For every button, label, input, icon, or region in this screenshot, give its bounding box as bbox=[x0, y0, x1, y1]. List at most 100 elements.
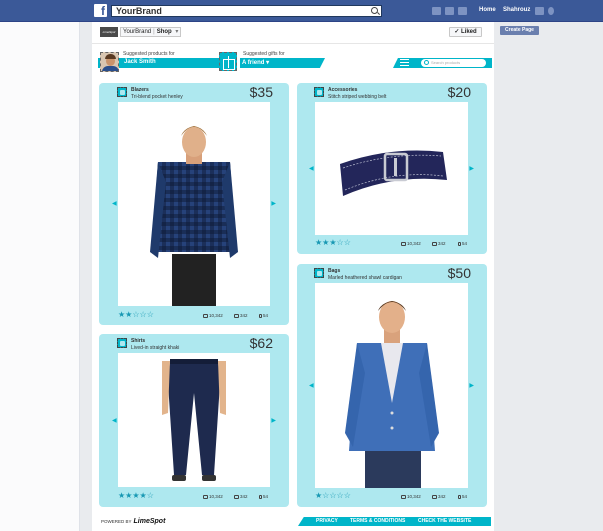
likes-count[interactable]: 10,342 bbox=[401, 494, 421, 499]
product-image-frame[interactable] bbox=[315, 283, 468, 488]
shares-count[interactable]: 54 bbox=[259, 313, 268, 318]
notifications-icon[interactable] bbox=[458, 7, 467, 15]
search-input-value: YourBrand bbox=[116, 6, 162, 16]
likes-count[interactable]: 10,342 bbox=[401, 241, 421, 246]
comment-icon bbox=[432, 241, 437, 246]
share-icon bbox=[458, 241, 461, 246]
share-icon bbox=[259, 313, 262, 318]
chevron-down-icon[interactable]: ▾ bbox=[175, 29, 178, 35]
product-card-blazers[interactable]: Blazers Tri-blend pocket henley $35 ◀ ▶ … bbox=[99, 83, 289, 325]
breadcrumb-shop[interactable]: Shop bbox=[157, 29, 172, 35]
next-arrow-icon[interactable]: ▶ bbox=[271, 200, 276, 207]
product-category: Bags bbox=[328, 268, 341, 274]
comments-count[interactable]: 342 bbox=[432, 494, 446, 499]
powered-by-label: POWERED BY bbox=[101, 519, 132, 524]
account-icon[interactable] bbox=[535, 7, 544, 15]
product-price: $50 bbox=[447, 265, 471, 281]
comment-icon bbox=[234, 494, 239, 499]
product-image-belt bbox=[340, 150, 447, 196]
product-image-cardigan bbox=[345, 301, 439, 488]
next-arrow-icon[interactable]: ▶ bbox=[271, 417, 276, 424]
comment-icon bbox=[432, 494, 437, 499]
product-category: Accessories bbox=[328, 87, 358, 93]
likes-count[interactable]: 10,342 bbox=[203, 313, 223, 318]
right-column bbox=[496, 22, 603, 531]
facebook-logo-icon[interactable]: f bbox=[94, 4, 107, 17]
belt-icon bbox=[314, 87, 324, 97]
rating-stars[interactable]: ★★☆☆☆ bbox=[118, 310, 154, 319]
comments-count[interactable]: 342 bbox=[234, 494, 248, 499]
thumbs-up-icon bbox=[203, 313, 208, 318]
shirt-icon bbox=[117, 338, 127, 348]
comment-icon bbox=[234, 313, 239, 318]
suggested-for-name[interactable]: Jack Smith bbox=[124, 59, 156, 65]
widget-search-icon[interactable] bbox=[424, 60, 429, 65]
share-icon bbox=[458, 494, 461, 499]
product-description: Tri-blend pocket henley bbox=[131, 94, 183, 100]
facebook-search-input[interactable]: YourBrand bbox=[111, 5, 382, 17]
next-arrow-icon[interactable]: ▶ bbox=[469, 382, 474, 389]
comments-count[interactable]: 342 bbox=[432, 241, 446, 246]
gift-icon[interactable] bbox=[219, 52, 237, 71]
search-icon[interactable] bbox=[371, 7, 378, 14]
create-page-button[interactable]: Create Page bbox=[500, 26, 539, 35]
product-category: Shirts bbox=[131, 338, 146, 344]
product-price: $35 bbox=[249, 84, 273, 100]
footer-link-privacy[interactable]: PRIVACY bbox=[316, 518, 338, 524]
previous-arrow-icon[interactable]: ◀ bbox=[309, 382, 314, 389]
brand-logo[interactable]: LimeSpot bbox=[100, 27, 118, 37]
breadcrumb[interactable]: YourBrand | Shop ▾ bbox=[120, 27, 182, 37]
nav-home-link[interactable]: Home bbox=[479, 7, 496, 13]
product-price: $62 bbox=[249, 335, 273, 351]
breadcrumb-brand[interactable]: YourBrand bbox=[123, 29, 151, 35]
rating-stars[interactable]: ★★★☆☆ bbox=[315, 238, 351, 247]
product-description: Lived-in straight khaki bbox=[131, 345, 180, 351]
footer-link-website[interactable]: CHECK THE WEBSITE bbox=[418, 518, 471, 524]
product-image-plaid-shirt bbox=[150, 126, 238, 306]
product-image-frame[interactable] bbox=[315, 102, 468, 235]
menu-icon[interactable] bbox=[400, 59, 409, 66]
thumbs-up-icon bbox=[203, 494, 208, 499]
product-card-accessories[interactable]: Accessories Stitch striped webbing belt … bbox=[297, 83, 487, 254]
breadcrumb-separator: | bbox=[153, 29, 155, 35]
liked-button[interactable]: ✓ Liked bbox=[449, 27, 482, 37]
nav-profile-link[interactable]: Shahrouz bbox=[503, 7, 530, 13]
shares-count[interactable]: 54 bbox=[458, 241, 467, 246]
product-description: Marled heathered shawl cardigan bbox=[328, 275, 402, 281]
suggested-for-label: Suggested products for bbox=[123, 51, 175, 57]
gifts-target-dropdown[interactable]: A friend ▾ bbox=[242, 59, 269, 66]
gifts-for-label: Suggested gifts for bbox=[243, 51, 285, 57]
thumbs-up-icon bbox=[401, 241, 406, 246]
previous-arrow-icon[interactable]: ◀ bbox=[112, 200, 117, 207]
messages-icon[interactable] bbox=[445, 7, 454, 15]
product-price: $20 bbox=[447, 84, 471, 100]
widget-search-input[interactable]: Search products bbox=[421, 59, 486, 67]
product-card-shirts[interactable]: Shirts Lived-in straight khaki $62 ◀ ▶ ★… bbox=[99, 334, 289, 507]
previous-arrow-icon[interactable]: ◀ bbox=[112, 417, 117, 424]
powered-by-brand[interactable]: LimeSpot bbox=[134, 518, 166, 525]
friend-requests-icon[interactable] bbox=[432, 7, 441, 15]
rating-stars[interactable]: ★☆☆☆☆ bbox=[315, 491, 351, 500]
product-image-khaki bbox=[162, 359, 226, 481]
share-icon bbox=[259, 494, 262, 499]
next-arrow-icon[interactable]: ▶ bbox=[469, 165, 474, 172]
product-image-frame[interactable] bbox=[118, 353, 270, 487]
comments-count[interactable]: 342 bbox=[234, 313, 248, 318]
product-category: Blazers bbox=[131, 87, 149, 93]
tag-icon bbox=[117, 87, 127, 97]
user-avatar[interactable] bbox=[100, 52, 119, 72]
left-column bbox=[0, 22, 80, 531]
shares-count[interactable]: 54 bbox=[458, 494, 467, 499]
shares-count[interactable]: 54 bbox=[259, 494, 268, 499]
likes-count[interactable]: 10,342 bbox=[203, 494, 223, 499]
bag-icon bbox=[314, 268, 324, 278]
product-image-frame[interactable] bbox=[118, 102, 270, 306]
product-card-bags[interactable]: Bags Marled heathered shawl cardigan $50… bbox=[297, 264, 487, 507]
previous-arrow-icon[interactable]: ◀ bbox=[309, 165, 314, 172]
thumbs-up-icon bbox=[401, 494, 406, 499]
settings-gear-icon[interactable] bbox=[548, 7, 554, 15]
powered-by: POWERED BY LimeSpot bbox=[101, 518, 165, 525]
rating-stars[interactable]: ★★★★☆ bbox=[118, 491, 154, 500]
footer-link-terms[interactable]: TERMS & CONDITIONS bbox=[350, 518, 405, 524]
product-description: Stitch striped webbing belt bbox=[328, 94, 387, 100]
